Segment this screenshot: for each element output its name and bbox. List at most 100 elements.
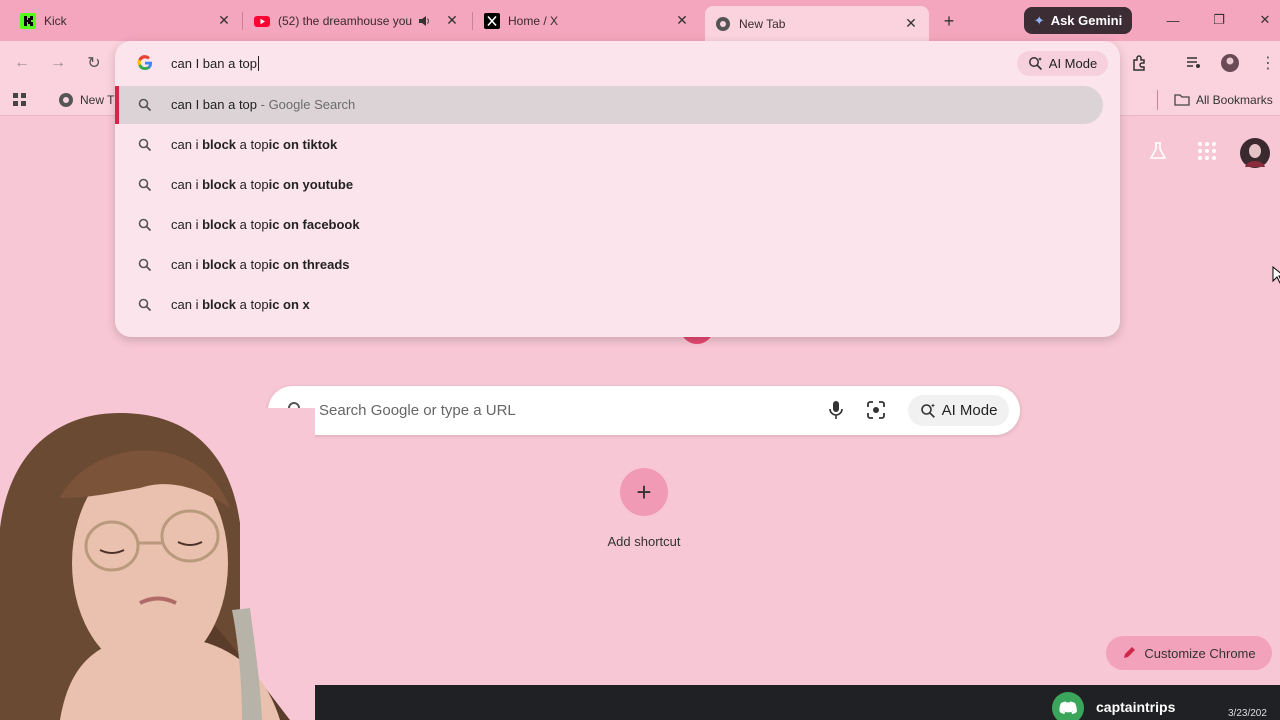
suggestion-item[interactable]: can i block a topic on youtube	[115, 165, 1120, 205]
suggestion-text: can I ban a top - Google Search	[171, 97, 355, 112]
tab-title: (52) the dreamhouse you	[278, 13, 413, 28]
customize-label: Customize Chrome	[1144, 645, 1256, 661]
suggestion-query: can I ban a top	[171, 97, 258, 112]
tab-title: Home / X	[508, 13, 559, 28]
account-avatar[interactable]	[1240, 137, 1270, 174]
suggestion-part: can i	[171, 297, 203, 312]
bookmark-new-tab[interactable]: New T	[58, 92, 114, 108]
folder-icon	[1174, 94, 1190, 106]
bookmarks-separator	[1157, 90, 1158, 110]
suggestion-item[interactable]: can i block a topic on x	[115, 285, 1120, 325]
all-bookmarks-button[interactable]: All Bookmarks	[1174, 92, 1273, 108]
search-icon	[138, 218, 152, 232]
mouse-cursor-icon	[1272, 265, 1280, 289]
taskbar-clock: 3/23/202	[1228, 708, 1267, 719]
tab-title: Kick	[44, 13, 67, 28]
suggestion-bold-part: block	[202, 137, 237, 152]
suggestion-part: a top	[236, 297, 269, 312]
tab-kick[interactable]: Kick ✕	[10, 0, 242, 41]
google-apps-icon[interactable]	[1196, 140, 1218, 167]
gemini-sparkle-icon: ✦	[1033, 12, 1045, 28]
bookmark-label: New T	[80, 93, 115, 107]
search-icon	[138, 178, 152, 192]
suggestion-bold-part: ic on facebook	[268, 217, 360, 232]
suggestion-bold-part: ic on youtube	[268, 177, 354, 192]
restore-icon[interactable]: ❐	[1209, 10, 1229, 30]
labs-icon[interactable]	[1147, 140, 1169, 167]
suggestion-bold-part: block	[202, 217, 237, 232]
tab-strip: Kick ✕ (52) the dreamhouse you ✕ Home / …	[0, 0, 1280, 41]
suggestion-text: can i block a topic on facebook	[171, 217, 360, 232]
profile-avatar[interactable]	[1218, 51, 1242, 75]
apps-icon[interactable]	[12, 92, 28, 108]
speaker-icon[interactable]	[416, 13, 432, 29]
all-bookmarks-label: All Bookmarks	[1196, 93, 1273, 107]
suggestion-bold-part: block	[202, 297, 237, 312]
plus-icon: +	[636, 476, 652, 507]
search-icon	[138, 298, 152, 312]
tab-youtube[interactable]: (52) the dreamhouse you ✕	[244, 0, 470, 41]
youtube-icon	[254, 13, 270, 29]
reload-icon[interactable]: ↻	[82, 51, 106, 75]
omnibox-typed-text[interactable]: can I ban a top	[171, 56, 260, 71]
ai-mode-button[interactable]: AI Mode	[1017, 51, 1108, 76]
close-icon[interactable]: ✕	[444, 12, 460, 29]
suggestion-item[interactable]: can i block a topic on facebook	[115, 205, 1120, 245]
ask-gemini-button[interactable]: ✦ Ask Gemini	[1024, 7, 1132, 34]
suggestion-part: a top	[236, 257, 269, 272]
minimize-icon[interactable]: —	[1163, 10, 1183, 30]
suggestion-part: can i	[171, 217, 203, 232]
forward-icon[interactable]: →	[46, 51, 70, 75]
close-icon[interactable]: ✕	[674, 12, 690, 29]
omnibox-input[interactable]: can I ban a top AI Mode	[115, 41, 1120, 85]
suggestion-item[interactable]: can i block a topic on tiktok	[115, 125, 1120, 165]
discord-username: captaintrips	[1096, 699, 1176, 715]
suggestion-suffix: - Google Search	[257, 97, 356, 112]
discord-icon[interactable]	[1052, 692, 1084, 720]
close-icon[interactable]: ✕	[216, 12, 232, 29]
suggestion-part: can i	[171, 137, 203, 152]
media-control-icon[interactable]	[1182, 51, 1206, 75]
search-icon	[138, 98, 152, 112]
tab-x[interactable]: Home / X ✕	[474, 0, 700, 41]
search-icon	[138, 258, 152, 272]
suggestion-part: can i	[171, 177, 203, 192]
window-close-icon[interactable]: ✕	[1255, 10, 1275, 30]
webcam-overlay	[0, 408, 315, 720]
tab-title: New Tab	[739, 16, 786, 31]
ntp-ai-mode-button[interactable]: AI Mode	[908, 395, 1009, 426]
microphone-icon[interactable]	[825, 399, 847, 421]
new-tab-button[interactable]: +	[938, 10, 960, 32]
google-lens-icon[interactable]	[865, 399, 887, 421]
add-shortcut-button[interactable]: +	[620, 468, 668, 516]
customize-chrome-button[interactable]: Customize Chrome	[1106, 636, 1272, 670]
suggestion-text: can i block a topic on tiktok	[171, 137, 337, 152]
close-icon[interactable]: ✕	[903, 15, 919, 32]
tab-new-tab[interactable]: New Tab ✕	[705, 6, 929, 41]
ai-mode-label: AI Mode	[941, 402, 998, 419]
search-icon	[138, 138, 152, 152]
back-icon[interactable]: ←	[10, 51, 34, 75]
suggestion-item[interactable]: can I ban a top - Google Search	[115, 85, 1120, 125]
typed-text: can I ban a top	[171, 56, 258, 71]
tab-separator	[242, 12, 243, 30]
menu-icon[interactable]: ⋮	[1256, 51, 1280, 75]
ai-mode-label: AI Mode	[1048, 56, 1098, 71]
selection-indicator	[115, 86, 119, 124]
suggestion-text: can i block a topic on x	[171, 297, 310, 312]
x-icon	[484, 12, 500, 29]
tab-separator	[472, 12, 473, 30]
extensions-icon[interactable]	[1128, 51, 1152, 75]
suggestion-bold-part: block	[202, 177, 237, 192]
suggestion-part: a top	[236, 137, 269, 152]
text-caret	[258, 56, 260, 71]
ntp-search-box[interactable]: Search Google or type a URL AI Mode	[268, 386, 1020, 435]
suggestion-item[interactable]: can i block a topic on threads	[115, 245, 1120, 285]
suggestion-bold-part: ic on x	[268, 297, 310, 312]
kick-icon	[20, 12, 36, 29]
suggestion-bold-part: ic on tiktok	[268, 137, 338, 152]
add-shortcut-label: Add shortcut	[607, 534, 681, 549]
chrome-icon	[715, 16, 731, 32]
google-g-icon	[137, 55, 152, 71]
gemini-label: Ask Gemini	[1050, 13, 1123, 28]
